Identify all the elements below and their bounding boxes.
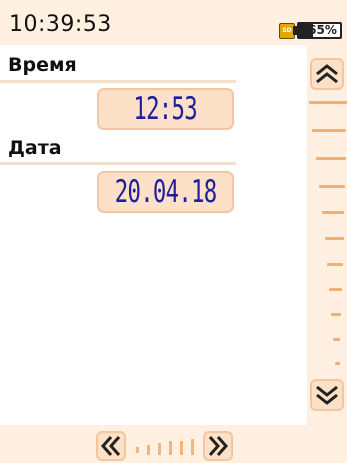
page-indicator-mark xyxy=(180,441,183,455)
scroll-track-mark xyxy=(333,338,340,341)
prev-page-button[interactable] xyxy=(96,431,126,461)
scroll-track-mark xyxy=(322,211,344,214)
time-separator xyxy=(0,80,236,83)
scroll-track-mark xyxy=(335,362,340,365)
scroll-up-button[interactable] xyxy=(310,58,344,90)
scroll-track-mark xyxy=(331,313,341,316)
scroll-track-mark xyxy=(327,263,343,266)
scroll-down-button[interactable] xyxy=(310,379,344,411)
scrollbar[interactable] xyxy=(307,45,347,425)
scroll-track-mark xyxy=(329,288,342,291)
scroll-track-mark xyxy=(309,101,347,104)
double-chevron-right-icon xyxy=(208,436,229,456)
battery-icon: 65% xyxy=(297,22,342,39)
date-label: Дата xyxy=(8,137,62,159)
settings-panel: Время 12:53 Дата 20.04.18 xyxy=(0,45,307,425)
date-separator xyxy=(0,162,236,165)
pager-bar xyxy=(0,425,347,463)
page-indicator-mark xyxy=(147,445,150,455)
scroll-track-mark xyxy=(325,237,344,240)
page-indicator-mark xyxy=(191,439,194,455)
time-value: 12:53 xyxy=(133,91,198,127)
date-value: 20.04.18 xyxy=(114,174,217,210)
date-field[interactable]: 20.04.18 xyxy=(97,171,234,213)
status-bar: 10:39:53 SD 65% xyxy=(0,0,347,45)
double-chevron-down-icon xyxy=(316,385,338,405)
double-chevron-up-icon xyxy=(316,64,338,84)
time-field[interactable]: 12:53 xyxy=(97,88,234,130)
status-clock: 10:39:53 xyxy=(9,12,112,37)
time-label: Время xyxy=(8,54,77,76)
battery-percent-label: 65% xyxy=(308,23,337,37)
scroll-track-mark xyxy=(312,129,346,132)
page-indicator-mark xyxy=(158,443,161,455)
double-chevron-left-icon xyxy=(100,436,121,456)
page-indicator-mark xyxy=(169,441,172,455)
scroll-track-mark xyxy=(316,157,346,160)
scroll-track-mark xyxy=(319,185,345,188)
page-indicator-mark xyxy=(136,447,139,453)
next-page-button[interactable] xyxy=(203,431,233,461)
